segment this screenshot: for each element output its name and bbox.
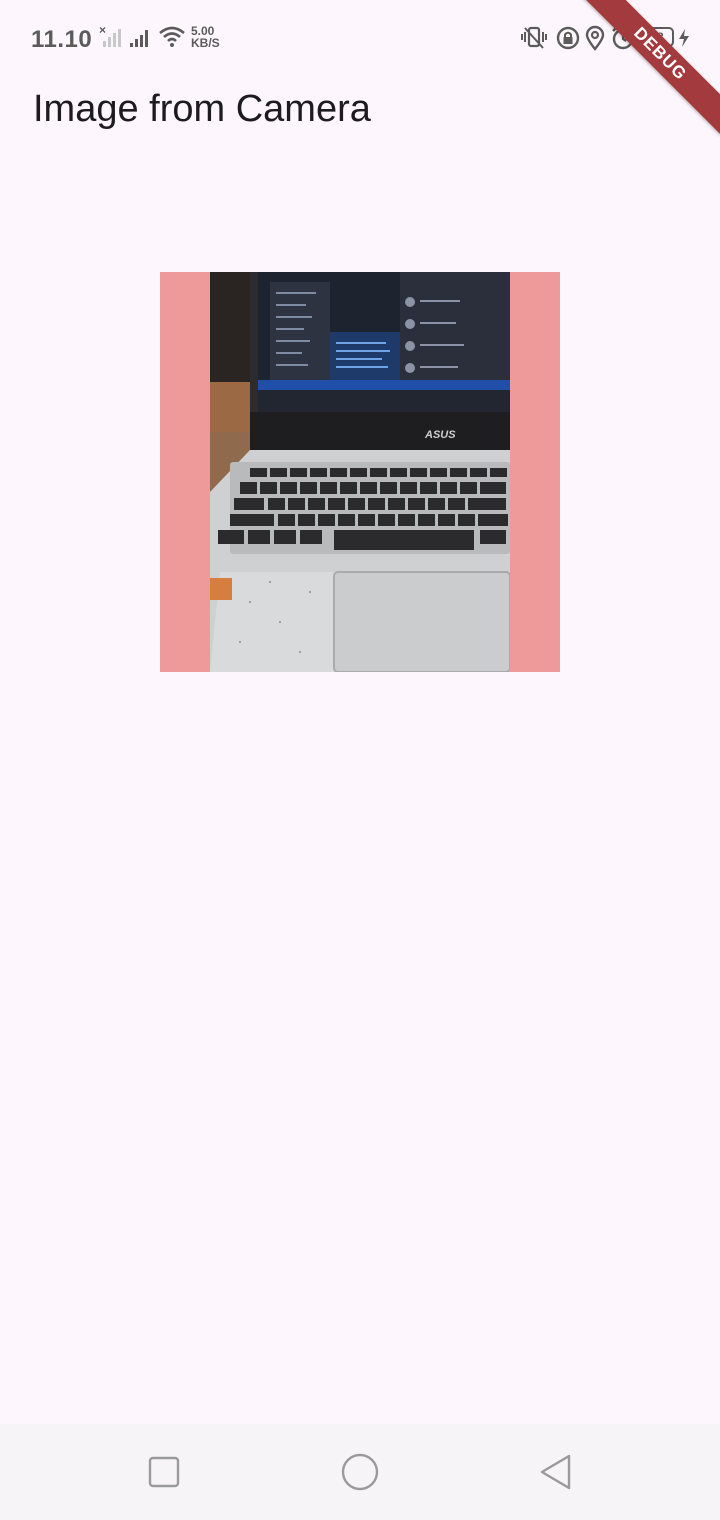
signal-icon	[130, 30, 148, 47]
home-button[interactable]	[336, 1448, 384, 1496]
svg-text:×: ×	[99, 24, 106, 37]
laptop-brand-text: ASUS	[424, 429, 456, 441]
vibrate-icon	[521, 26, 547, 49]
status-time: 11.10	[31, 26, 93, 53]
wifi-icon	[159, 26, 185, 47]
circle-icon	[341, 1453, 379, 1491]
lock-rotation-icon	[556, 26, 580, 50]
image-frame: ASUS	[160, 272, 560, 672]
square-icon	[148, 1456, 180, 1488]
network-speed-unit: KB/S	[191, 36, 220, 50]
laptop-photo-image: ASUS	[210, 272, 510, 672]
network-speed: 5.00 KB/S	[191, 25, 220, 49]
location-icon	[585, 25, 605, 51]
camera-photo: ASUS	[210, 272, 510, 672]
triangle-back-icon	[540, 1454, 571, 1490]
no-signal-icon: ×	[99, 24, 121, 47]
back-button[interactable]	[532, 1448, 580, 1496]
page-title: Image from Camera	[33, 88, 371, 130]
charging-icon	[679, 29, 689, 47]
recents-button[interactable]	[140, 1448, 188, 1496]
navigation-bar	[0, 1424, 720, 1520]
